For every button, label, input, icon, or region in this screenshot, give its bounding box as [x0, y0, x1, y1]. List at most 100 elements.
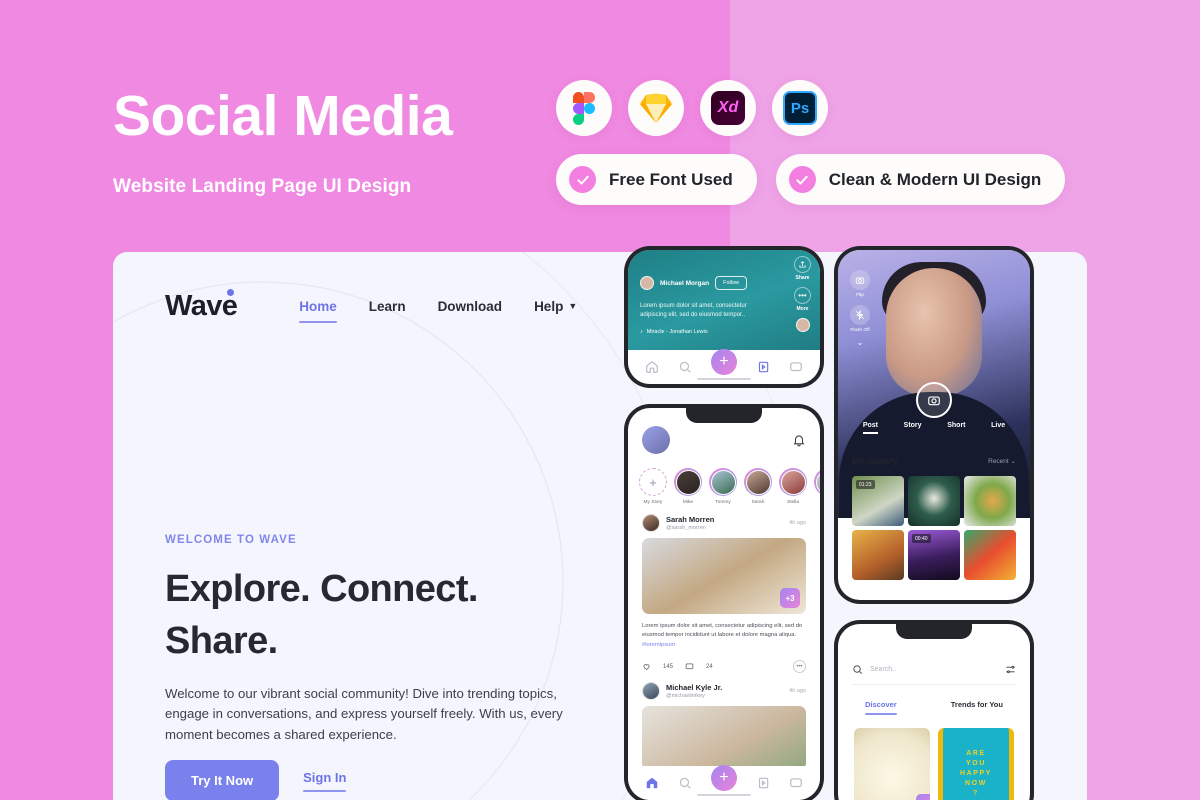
share-label: Share — [795, 275, 810, 281]
story-item[interactable]: Tommy — [709, 468, 737, 505]
nav-item-help[interactable]: Help ▼ — [534, 299, 577, 314]
more-photos-badge[interactable]: +3 — [916, 794, 930, 800]
messages-icon[interactable] — [789, 360, 803, 374]
reels-icon[interactable] — [756, 360, 770, 374]
post-image[interactable]: +3 — [642, 538, 806, 614]
post-hashtag[interactable]: #loremipsum — [642, 642, 675, 648]
pill-label: Clean & Modern UI Design — [828, 169, 1042, 189]
figma-badge[interactable] — [556, 80, 612, 136]
avatar[interactable] — [642, 514, 660, 532]
phone-mockup-social-feed: + My Story Mike Tommy Sarah Stella Jo — [624, 404, 824, 800]
post-caption: Lorem ipsum dolor sit amet, consectetur … — [642, 622, 806, 650]
photoshop-badge[interactable]: Ps — [772, 80, 828, 136]
story-item[interactable]: Mike — [674, 468, 702, 505]
story-ring — [779, 468, 807, 496]
tab-live[interactable]: Live — [991, 422, 1005, 434]
bell-icon[interactable] — [792, 433, 806, 447]
flip-camera-icon[interactable] — [850, 270, 870, 290]
nav-links: Home Learn Download Help ▼ — [299, 299, 577, 323]
hero-heading: Explore. Connect. Share. — [165, 568, 478, 662]
comment-icon[interactable] — [685, 662, 694, 671]
flash-off-icon[interactable] — [850, 305, 870, 325]
story-item-my-story[interactable]: + My Story — [639, 468, 667, 505]
home-icon[interactable] — [645, 360, 659, 374]
more-icon[interactable]: ••• — [794, 287, 811, 304]
messages-icon[interactable] — [789, 776, 803, 790]
sign-in-link[interactable]: Sign In — [303, 770, 347, 792]
tab-trends-for-you[interactable]: Trends for You — [951, 700, 1003, 715]
avatar[interactable] — [795, 318, 810, 332]
follow-button[interactable]: Follow — [715, 276, 748, 290]
post-caption-text: Lorem ipsum dolor sit amet, consectetur … — [642, 623, 803, 639]
adobe-xd-icon: Xd — [711, 91, 745, 125]
search-bar[interactable]: Search.. — [852, 664, 1016, 685]
nav-item-download[interactable]: Download — [438, 299, 503, 314]
search-tabs: Discover Trends for You — [838, 700, 1030, 715]
tab-story[interactable]: Story — [904, 422, 922, 434]
gallery-header: My Gallery Recent ⌄ — [838, 456, 1030, 466]
nav-item-help-label: Help — [534, 299, 564, 314]
nav-item-home[interactable]: Home — [299, 299, 337, 323]
video-feed-screen: Michael Morgan Follow Lorem ipsum dolor … — [628, 250, 820, 384]
add-post-button[interactable]: + — [710, 765, 737, 791]
gallery-item[interactable] — [964, 530, 1016, 580]
post-more-icon[interactable]: ••• — [793, 660, 806, 673]
wave-logo[interactable]: Wave — [165, 289, 238, 323]
more-photos-badge[interactable]: +3 — [780, 588, 800, 608]
post-image[interactable] — [642, 706, 806, 770]
avatar[interactable] — [642, 426, 670, 454]
post-author: Sarah Morren @sarah_morren — [666, 515, 714, 531]
subject-face — [886, 268, 982, 396]
gallery-sort-dropdown[interactable]: Recent ⌄ — [988, 457, 1016, 465]
flip-label: Flip — [856, 293, 864, 298]
like-icon[interactable] — [642, 662, 651, 671]
shutter-button[interactable] — [916, 382, 952, 418]
post-author: Michael Kyle Jr. @michaelmikey — [666, 683, 722, 699]
logo-text: Wave — [165, 290, 238, 322]
gallery-item[interactable] — [964, 476, 1016, 526]
tab-post[interactable]: Post — [862, 422, 879, 434]
tab-short[interactable]: Short — [947, 422, 965, 434]
add-post-button[interactable]: + — [710, 349, 737, 375]
chevron-down-icon: ▼ — [568, 301, 578, 311]
cta-row: Try It Now Sign In — [165, 760, 347, 800]
filter-icon[interactable] — [1005, 664, 1016, 675]
share-icon[interactable] — [794, 256, 811, 273]
story-item[interactable]: John — [814, 468, 820, 505]
story-item[interactable]: Stella — [779, 468, 807, 505]
pill-clean-modern[interactable]: Clean & Modern UI Design — [775, 154, 1066, 205]
chevron-down-icon[interactable]: ⌄ — [857, 338, 864, 347]
home-icon[interactable] — [645, 776, 659, 790]
search-icon[interactable] — [678, 360, 692, 374]
story-label: Tommy — [715, 500, 731, 505]
gallery-item[interactable] — [852, 530, 904, 580]
try-it-now-button[interactable]: Try It Now — [165, 760, 280, 800]
video-author-name: Michael Morgan — [660, 279, 710, 287]
pill-free-font[interactable]: Free Font Used — [556, 154, 757, 205]
search-result-poster[interactable]: ARE YOU HAPPY NOW ? — [938, 728, 1014, 800]
camera-controls: Flip Flash Off ⌄ — [850, 270, 870, 347]
sketch-icon — [640, 93, 672, 123]
story-label: John — [814, 500, 820, 505]
feed-header — [628, 426, 820, 454]
phone-mockup-video-feed: Michael Morgan Follow Lorem ipsum dolor … — [624, 246, 824, 388]
video-music-title: Miracle - Jonathan Lewis — [646, 329, 708, 335]
search-result-item[interactable]: +3 — [854, 728, 930, 800]
adobe-xd-badge[interactable]: Xd — [700, 80, 756, 136]
avatar[interactable] — [642, 682, 660, 700]
gallery-item[interactable] — [908, 476, 960, 526]
story-ring — [814, 468, 820, 496]
post-author-handle: @sarah_morren — [666, 525, 706, 531]
video-duration: 01:23 — [856, 480, 875, 489]
reels-icon[interactable] — [756, 776, 770, 790]
more-label: More — [796, 306, 809, 312]
gallery-item[interactable]: 01:23 — [852, 476, 904, 526]
tab-discover[interactable]: Discover — [865, 700, 897, 715]
search-icon[interactable] — [678, 776, 692, 790]
gallery-item[interactable]: 00:40 — [908, 530, 960, 580]
story-item[interactable]: Sarah — [744, 468, 772, 505]
nav-item-learn[interactable]: Learn — [369, 299, 406, 314]
avatar — [640, 276, 654, 290]
sketch-badge[interactable] — [628, 80, 684, 136]
add-story-icon: + — [639, 468, 667, 496]
